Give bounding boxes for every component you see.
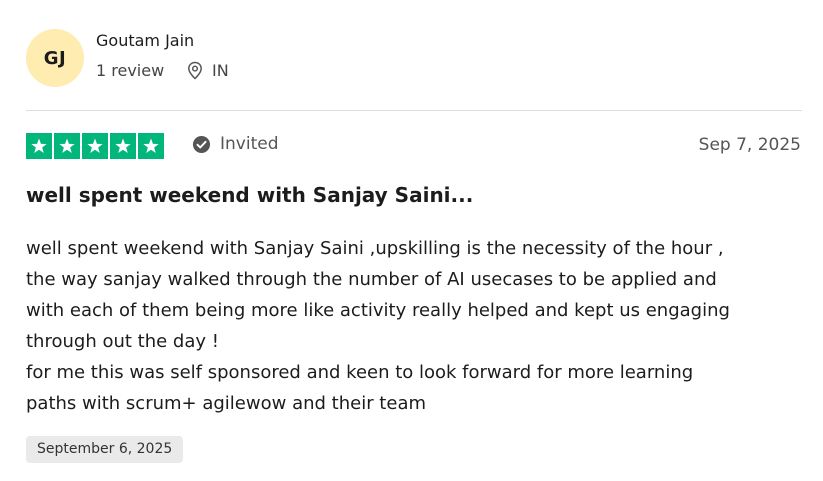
experience-date-badge: September 6, 2025 bbox=[26, 436, 184, 463]
country-code: IN bbox=[212, 61, 229, 80]
reviewer-location: IN bbox=[186, 61, 229, 80]
avatar-initials: GJ bbox=[43, 47, 67, 69]
review-date: Sep 7, 2025 bbox=[698, 135, 801, 155]
star-icon bbox=[82, 133, 108, 159]
invited-badge[interactable]: Invited bbox=[192, 134, 279, 154]
map-pin-icon bbox=[188, 61, 202, 80]
review-count: 1 review bbox=[96, 61, 165, 80]
review-body: well spent weekend with Sanjay Saini ,up… bbox=[26, 238, 730, 414]
reviewer-name[interactable]: Goutam Jain bbox=[96, 31, 194, 50]
review-title[interactable]: well spent weekend with Sanjay Saini... bbox=[26, 183, 473, 207]
star-rating bbox=[26, 133, 164, 159]
check-circle-icon bbox=[192, 135, 211, 153]
invited-label: Invited bbox=[220, 134, 279, 154]
star-icon bbox=[54, 133, 80, 159]
avatar[interactable]: GJ bbox=[26, 29, 84, 87]
star-icon bbox=[110, 133, 136, 159]
star-icon bbox=[26, 133, 52, 159]
divider bbox=[26, 110, 802, 111]
star-icon bbox=[138, 133, 164, 159]
